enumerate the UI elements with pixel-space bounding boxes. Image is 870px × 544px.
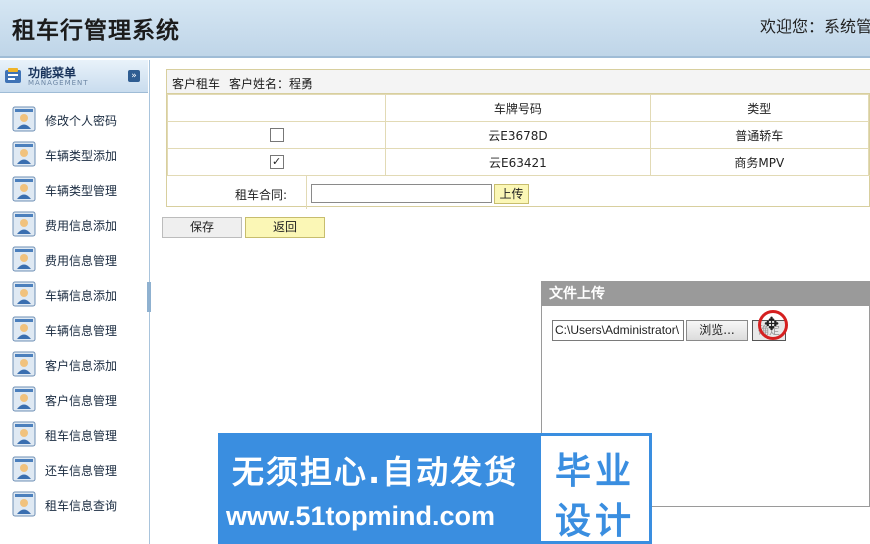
file-path-field[interactable]: C:\Users\Administrator\ bbox=[552, 320, 684, 341]
user-card-icon bbox=[12, 211, 36, 237]
sidebar-menu-subtitle: MANAGEMENT bbox=[28, 79, 89, 87]
watermark-url: www.51topmind.com bbox=[226, 501, 496, 531]
sidebar-menu-item[interactable]: 客户信息管理 bbox=[10, 386, 145, 414]
user-card-icon bbox=[12, 386, 36, 412]
row-select-cell bbox=[166, 121, 387, 149]
user-card-icon bbox=[12, 141, 36, 167]
sidebar-item-label: 车辆信息管理 bbox=[45, 324, 118, 338]
sidebar-menu-item[interactable]: 租车信息查询 bbox=[10, 491, 145, 519]
plate-cell: 云E3678D bbox=[385, 121, 651, 149]
form-caption: 客户租车 客户姓名：程勇 bbox=[167, 70, 870, 94]
watermark-badge: 毕业 设计 bbox=[538, 433, 652, 544]
column-header-plate: 车牌号码 bbox=[385, 94, 651, 122]
watermark-slogan: 无须担心.自动发货 bbox=[232, 453, 519, 491]
column-header-type: 类型 bbox=[649, 94, 870, 122]
sidebar-menu-item[interactable]: 修改个人密码 bbox=[10, 106, 145, 134]
type-cell: 商务MPV bbox=[649, 148, 870, 176]
sidebar-item-label: 租车信息管理 bbox=[45, 429, 118, 443]
user-card-icon bbox=[12, 106, 36, 132]
upload-button[interactable]: 上传 bbox=[494, 184, 529, 204]
plate-cell: 云E63421 bbox=[385, 148, 651, 176]
sidebar-menu-item[interactable]: 还车信息管理 bbox=[10, 456, 145, 484]
contract-divider bbox=[306, 176, 307, 209]
sidebar-menu-item[interactable]: 客户信息添加 bbox=[10, 351, 145, 379]
sidebar-item-label: 客户信息添加 bbox=[45, 359, 118, 373]
user-card-icon bbox=[12, 176, 36, 202]
menu-icon bbox=[5, 68, 21, 83]
watermark-banner: 无须担心.自动发货 www.51topmind.com 毕业 设计 bbox=[218, 433, 652, 544]
table-header-row: 车牌号码 类型 bbox=[166, 94, 870, 122]
sidebar-menu-item[interactable]: 车辆类型添加 bbox=[10, 141, 145, 169]
table-row: 云E3678D 普通轿车 bbox=[166, 121, 870, 149]
user-card-icon bbox=[12, 246, 36, 272]
sidebar-item-label: 费用信息管理 bbox=[45, 254, 118, 268]
contract-field[interactable] bbox=[311, 184, 492, 203]
app-header: 租车行管理系统 欢迎您：系统管 bbox=[0, 0, 870, 58]
sidebar-menu-item[interactable]: 费用信息管理 bbox=[10, 246, 145, 274]
watermark-badge-bottom: 设计 bbox=[554, 501, 635, 542]
sidebar: 功能菜单 MANAGEMENT » 修改个人密码 车辆类型添加 车辆类型管理 费用信息… bbox=[0, 60, 150, 544]
contract-label: 租车合同: bbox=[235, 188, 288, 202]
user-card-icon bbox=[12, 351, 36, 377]
type-cell: 普通轿车 bbox=[649, 121, 870, 149]
dialog-title[interactable]: 文件上传 bbox=[542, 282, 870, 306]
chevron-down-icon[interactable]: » bbox=[128, 70, 140, 82]
save-button[interactable]: 保存 bbox=[162, 217, 242, 238]
user-card-icon bbox=[12, 421, 36, 447]
user-card-icon bbox=[12, 491, 36, 517]
sidebar-menu-item[interactable]: 车辆信息管理 bbox=[10, 316, 145, 344]
form-caption-title: 客户租车 bbox=[172, 77, 221, 91]
sidebar-menu-item[interactable]: 车辆类型管理 bbox=[10, 176, 145, 204]
sidebar-splitter-handle[interactable] bbox=[147, 282, 151, 312]
sidebar-item-label: 租车信息查询 bbox=[45, 499, 118, 513]
sidebar-menu-item[interactable]: 费用信息添加 bbox=[10, 211, 145, 239]
row-select-cell: ✓ bbox=[166, 148, 387, 176]
back-button[interactable]: 返回 bbox=[245, 217, 325, 238]
sidebar-menu-item[interactable]: 租车信息管理 bbox=[10, 421, 145, 449]
sidebar-item-label: 客户信息管理 bbox=[45, 394, 118, 408]
confirm-upload-button[interactable]: 确定 bbox=[752, 320, 786, 341]
sidebar-item-label: 修改个人密码 bbox=[45, 114, 118, 128]
contract-row: 租车合同: 上传 bbox=[167, 175, 870, 209]
vehicle-checkbox[interactable] bbox=[269, 128, 284, 143]
table-row: ✓ 云E63421 商务MPV bbox=[166, 148, 870, 176]
sidebar-item-label: 还车信息管理 bbox=[45, 464, 118, 478]
sidebar-item-label: 车辆类型添加 bbox=[45, 149, 118, 163]
vehicle-checkbox[interactable]: ✓ bbox=[269, 155, 284, 170]
sidebar-item-label: 费用信息添加 bbox=[45, 219, 118, 233]
column-header-select bbox=[166, 94, 387, 122]
watermark-badge-top: 毕业 bbox=[554, 451, 635, 492]
app-title: 租车行管理系统 bbox=[12, 18, 180, 44]
sidebar-item-label: 车辆类型管理 bbox=[45, 184, 118, 198]
sidebar-menu-item[interactable]: 车辆信息添加 bbox=[10, 281, 145, 309]
welcome-text: 欢迎您：系统管 bbox=[760, 17, 870, 36]
sidebar-item-label: 车辆信息添加 bbox=[45, 289, 118, 303]
rental-form-panel: 客户租车 客户姓名：程勇 车牌号码 类型 云E3678D 普通轿车 ✓ 云E63… bbox=[166, 69, 870, 209]
user-card-icon bbox=[12, 316, 36, 342]
vehicle-table: 车牌号码 类型 云E3678D 普通轿车 ✓ 云E63421 商务MPV bbox=[166, 94, 870, 176]
customer-name-label: 客户姓名：程勇 bbox=[229, 77, 314, 91]
browse-button[interactable]: 浏览... bbox=[686, 320, 748, 341]
user-card-icon bbox=[12, 456, 36, 482]
user-card-icon bbox=[12, 281, 36, 307]
sidebar-menu-header[interactable]: 功能菜单 MANAGEMENT » bbox=[0, 60, 148, 93]
